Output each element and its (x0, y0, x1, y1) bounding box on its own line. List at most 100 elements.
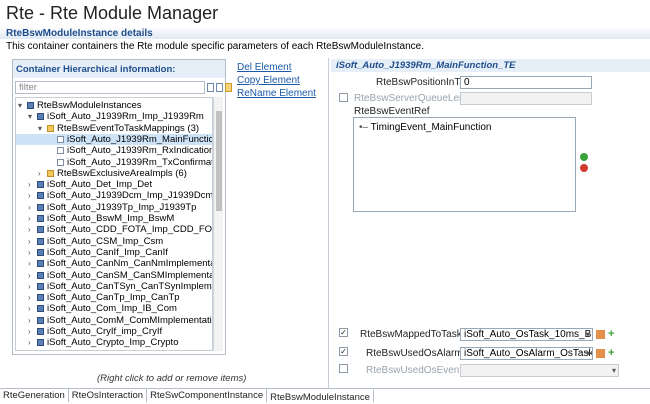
chevron-right-icon[interactable]: › (38, 168, 46, 179)
used-os-alarm-select[interactable]: iSoft_Auto_OsAlarm_OsTask_10ms ▾ (460, 347, 593, 360)
tree-item[interactable]: › iSoft_Auto_CDD_FOTA_Imp_CDD_FOTA (16, 224, 212, 235)
chevron-right-icon[interactable]: › (28, 337, 36, 348)
tree-item[interactable]: ▾ RteBswModuleInstances (16, 100, 212, 111)
tree-item[interactable]: › iSoft_Auto_ComM_ComMImplementation (16, 314, 213, 326)
tree-item-label: iSoft_Auto_J1939Rm_TxConfirmation_C (67, 156, 213, 168)
copy-element-link[interactable]: Copy Element (237, 75, 300, 86)
server-queue-length-input[interactable] (460, 92, 592, 105)
chevron-down-icon[interactable]: ▾ (28, 111, 36, 122)
scrollbar-thumb[interactable] (216, 111, 222, 211)
filter-input[interactable]: filter (15, 81, 205, 94)
used-os-alarm-value: iSoft_Auto_OsAlarm_OsTask_10ms (464, 348, 593, 359)
chevron-down-icon[interactable]: ▾ (38, 123, 46, 134)
remove-event-ref-icon[interactable] (580, 164, 588, 172)
chevron-right-icon[interactable]: › (28, 190, 36, 201)
event-ref-list[interactable]: •– TimingEvent_MainFunction (353, 117, 576, 212)
used-os-event-select[interactable]: ▾ (460, 364, 619, 377)
tree-item[interactable]: › iSoft_Auto_CanNm_CanNmImplementation (16, 258, 212, 269)
chevron-right-icon[interactable]: › (28, 281, 36, 292)
tree-item-label: iSoft_Auto_Com_Imp_IB_Com (47, 303, 177, 315)
tree-item-label: iSoft_Auto_CryIf_imp_CryIf (47, 326, 163, 337)
browse-icon[interactable] (596, 349, 605, 358)
tree-panel: Container Hierarchical information: filt… (12, 59, 232, 355)
chevron-right-icon[interactable]: › (28, 236, 36, 247)
tree-panel-title: Container Hierarchical information: (16, 64, 176, 75)
chevron-right-icon[interactable]: › (28, 303, 36, 314)
server-queue-checkbox[interactable] (339, 93, 348, 102)
document-icon (57, 158, 64, 166)
container-tree[interactable]: ▾ RteBswModuleInstances ▾ iSoft_Auto_J1939R… (15, 97, 213, 351)
tree-item[interactable]: › RteBswExclusiveAreaImpls (6) (16, 168, 212, 179)
tree-item[interactable]: › iSoft_Auto_Det_Imp_Det (16, 179, 212, 190)
tree-item[interactable]: › iSoft_Auto_CanIf_Imp_CanIf (16, 246, 212, 258)
module-icon (37, 271, 44, 279)
tree-item[interactable]: ▾ iSoft_Auto_J1939Rm_Imp_J1939Rm (16, 111, 212, 122)
event-ref-item[interactable]: •– TimingEvent_MainFunction (359, 122, 491, 133)
chevron-right-icon[interactable]: › (28, 224, 36, 235)
tree-item[interactable]: iSoft_Auto_J1939Rm_TxConfirmation_C (16, 156, 213, 168)
mapped-task-checkbox[interactable]: ✓ (339, 328, 348, 337)
tree-item[interactable]: › iSoft_Auto_J1939Dcm_Imp_J1939Dcm (16, 190, 212, 201)
rename-element-link[interactable]: ReName Element (237, 88, 316, 99)
tree-item[interactable]: ▾ RteBswEventToTaskMappings (3) (16, 122, 212, 134)
del-element-link[interactable]: Del Element (237, 62, 291, 73)
module-icon (37, 339, 44, 347)
tab-rteswcomponentinstance[interactable]: RteSwComponentInstance (147, 389, 268, 402)
module-icon (27, 102, 34, 109)
module-icon (37, 215, 44, 222)
chevron-right-icon[interactable]: › (28, 270, 36, 281)
tree-item-label: iSoft_Auto_ComM_ComMImplementation (47, 314, 213, 326)
panel-divider (328, 58, 329, 388)
tree-item-label: RteBswEventToTaskMappings (3) (57, 122, 200, 134)
tree-item-label: iSoft_Auto_J1939Tp_Imp_J1939Tp (47, 201, 197, 213)
used-alarm-checkbox[interactable]: ✓ (339, 347, 348, 356)
tree-item-label: iSoft_Auto_Crypto_Imp_Crypto (47, 337, 179, 349)
module-icon (37, 282, 44, 290)
section-description: This container containers the Rte module… (6, 41, 424, 52)
tree-scrollbar[interactable] (213, 97, 223, 351)
tree-item[interactable]: › iSoft_Auto_CanSM_CanSMImplementation (16, 270, 212, 281)
detail-title: iSoft_Auto_J1939Rm_MainFunction_TE (336, 60, 516, 71)
chevron-right-icon[interactable]: › (28, 315, 36, 326)
chevron-right-icon[interactable]: › (28, 179, 36, 190)
link-icon[interactable] (225, 83, 232, 92)
module-icon (37, 237, 44, 245)
tab-rtegeneration[interactable]: RteGeneration (0, 389, 69, 402)
tree-item[interactable]: iSoft_Auto_J1939Rm_MainFunction_TE (16, 133, 212, 145)
tree-item[interactable]: › iSoft_Auto_CanTp_Imp_CanTp (16, 292, 212, 303)
tree-item[interactable]: › iSoft_Auto_J1939Tp_Imp_J1939Tp (16, 201, 212, 213)
tab-rteosinteraction[interactable]: RteOsInteraction (69, 389, 148, 402)
window-title: Rte - Rte Module Manager (6, 3, 219, 23)
add-icon[interactable]: + (608, 348, 617, 359)
chevron-right-icon[interactable]: › (28, 247, 36, 258)
tree-item-label: iSoft_Auto_CanIf_Imp_CanIf (47, 246, 168, 258)
chevron-right-icon[interactable]: › (28, 213, 36, 224)
tree-item-label: iSoft_Auto_CanTSyn_CanTSynImplementatio (47, 280, 212, 292)
tree-item[interactable]: iSoft_Auto_J1939Rm_RxIndication_OIE (16, 145, 212, 156)
tree-item[interactable]: › iSoft_Auto_CSM_Imp_Csm (16, 236, 212, 247)
tree-item[interactable]: › iSoft_Auto_CryIf_imp_CryIf (16, 326, 212, 337)
timing-event-icon: •– (359, 122, 369, 133)
chevron-right-icon[interactable]: › (28, 202, 36, 213)
add-event-ref-icon[interactable] (580, 153, 588, 161)
tab-rtebswmoduleinstance[interactable]: RteBswModuleInstance (267, 389, 374, 403)
position-in-task-input[interactable]: 0 (460, 76, 592, 89)
tree-item[interactable]: › iSoft_Auto_CanTSyn_CanTSynImplementatio (16, 280, 212, 292)
document-icon (57, 147, 64, 155)
chevron-right-icon[interactable]: › (28, 326, 36, 337)
mapped-to-task-select[interactable]: iSoft_Auto_OsTask_10ms_BSW ▾ (460, 328, 593, 341)
chevron-right-icon[interactable]: › (28, 258, 36, 269)
tree-item[interactable]: › iSoft_Auto_Crypto_Imp_Crypto (16, 337, 212, 349)
folder-icon (47, 169, 54, 177)
bottom-tabs: RteGeneration RteOsInteraction RteSwCompon… (0, 388, 650, 403)
tree-item[interactable]: › iSoft_Auto_Com_Imp_IB_Com (16, 303, 212, 315)
tree-item[interactable]: › iSoft_Auto_BswM_Imp_BswM (16, 213, 212, 224)
used-event-checkbox[interactable] (339, 364, 348, 373)
chevron-down-icon[interactable]: ▾ (18, 100, 26, 111)
expand-all-icon[interactable] (207, 83, 214, 92)
collapse-all-icon[interactable] (216, 83, 223, 92)
add-icon[interactable]: + (608, 329, 617, 340)
chevron-right-icon[interactable]: › (28, 292, 36, 303)
tree-item-label: iSoft_Auto_BswM_Imp_BswM (47, 213, 175, 224)
browse-icon[interactable] (596, 330, 605, 339)
